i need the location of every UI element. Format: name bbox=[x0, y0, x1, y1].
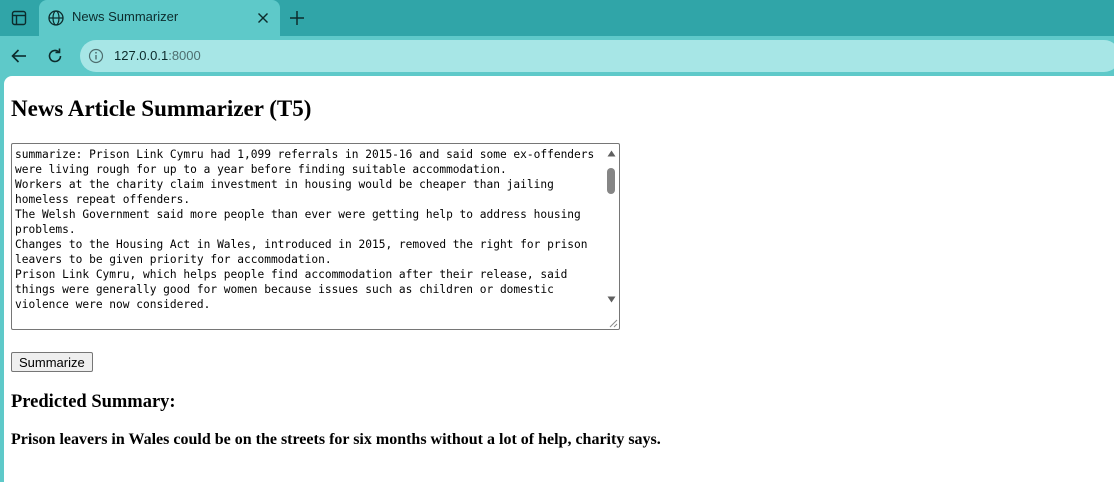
browser-tab[interactable]: News Summarizer bbox=[39, 0, 280, 36]
scroll-up-arrow-icon[interactable] bbox=[607, 150, 616, 157]
scroll-down-arrow-icon[interactable] bbox=[607, 296, 616, 303]
article-textarea[interactable]: summarize: Prison Link Cymru had 1,099 r… bbox=[11, 143, 620, 330]
scrollbar-thumb[interactable] bbox=[607, 168, 615, 194]
browser-toolbar: 127.0.0.1:8000 bbox=[0, 36, 1114, 76]
url-text: 127.0.0.1:8000 bbox=[114, 48, 201, 63]
back-arrow-icon[interactable] bbox=[6, 43, 32, 69]
summary-text: Prison leavers in Wales could be on the … bbox=[11, 431, 661, 448]
url-port: :8000 bbox=[168, 48, 201, 63]
tab-sidebar-icon[interactable] bbox=[6, 5, 32, 31]
close-icon[interactable] bbox=[254, 9, 272, 27]
plus-icon[interactable] bbox=[285, 6, 309, 30]
reload-icon[interactable] bbox=[42, 43, 68, 69]
tab-strip: News Summarizer bbox=[0, 0, 1114, 36]
article-text: summarize: Prison Link Cymru had 1,099 r… bbox=[15, 148, 595, 311]
resize-grip-icon[interactable] bbox=[609, 319, 618, 328]
summarize-button[interactable]: Summarize bbox=[11, 352, 93, 372]
tab-title: News Summarizer bbox=[72, 9, 179, 24]
info-icon[interactable] bbox=[88, 48, 104, 64]
summary-heading: Predicted Summary: bbox=[11, 392, 176, 412]
url-host: 127.0.0.1 bbox=[114, 48, 169, 63]
page-viewport: News Article Summarizer (T5) summarize: … bbox=[4, 76, 1114, 482]
address-bar[interactable]: 127.0.0.1:8000 bbox=[80, 40, 1114, 72]
globe-icon bbox=[47, 9, 65, 27]
page-title: News Article Summarizer (T5) bbox=[11, 96, 312, 121]
